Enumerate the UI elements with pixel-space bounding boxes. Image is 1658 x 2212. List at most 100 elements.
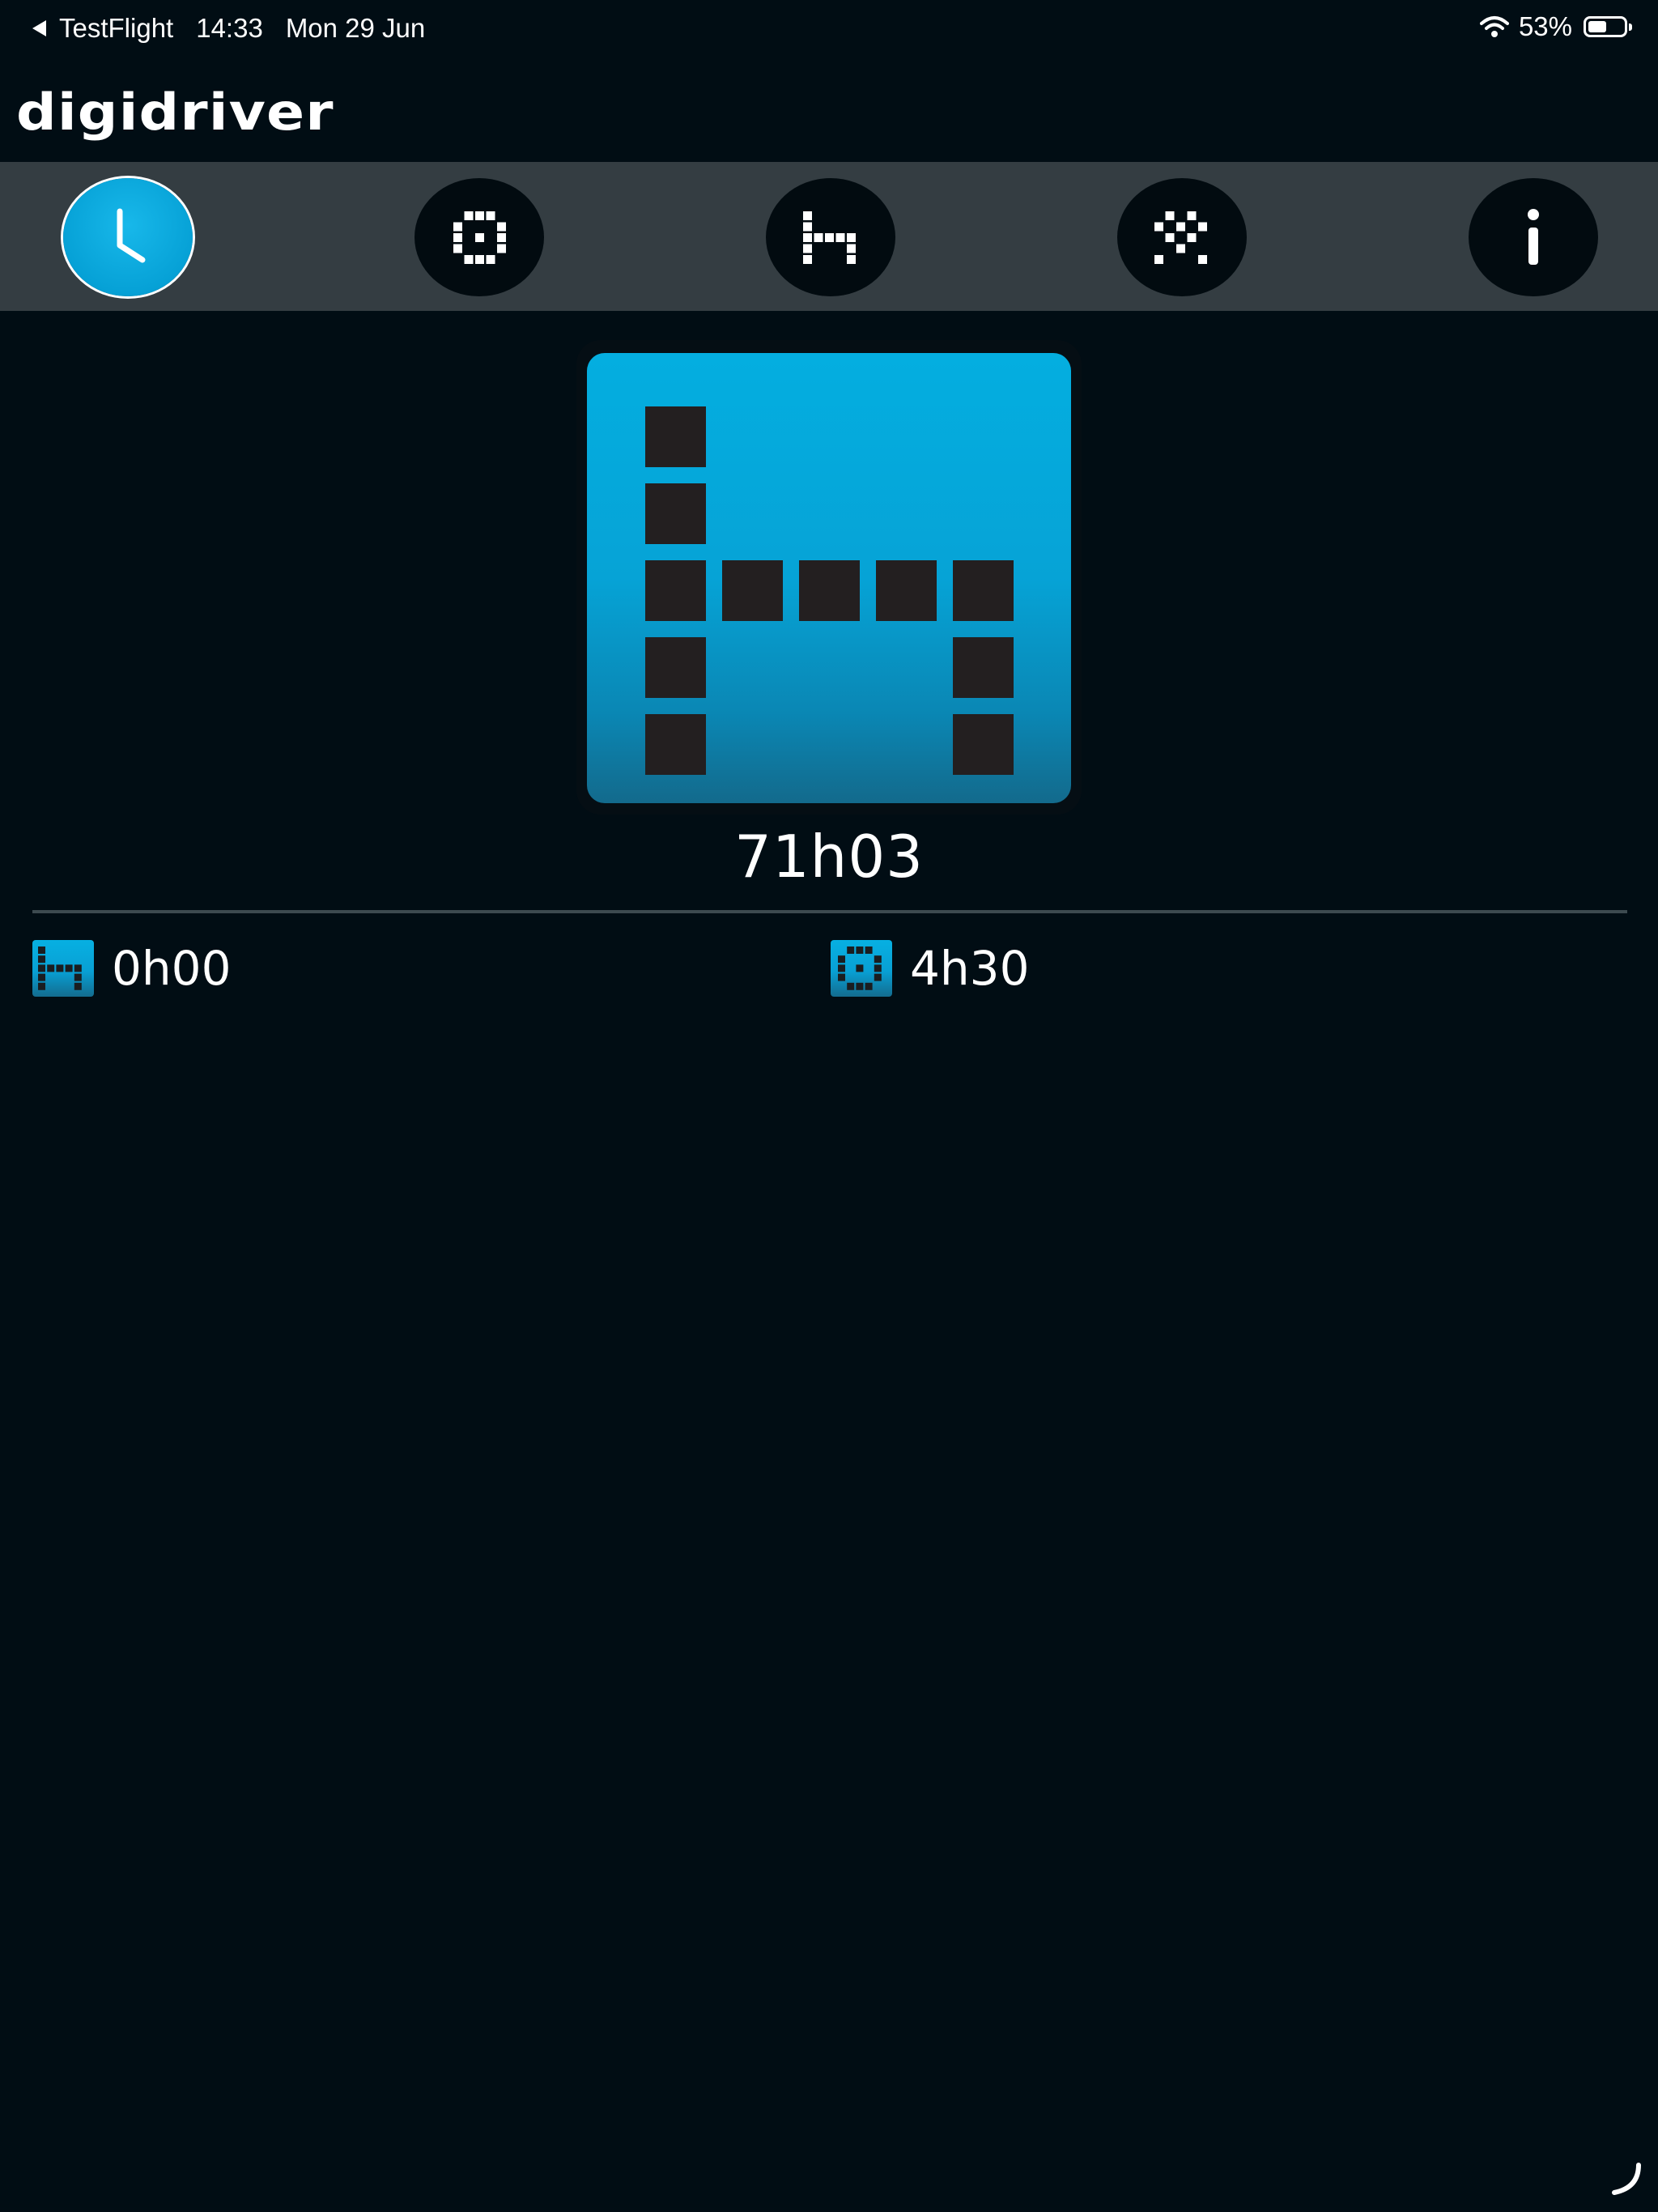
pixel-cell <box>645 714 706 775</box>
pixel-cell <box>464 255 474 264</box>
pixel-bed-icon <box>803 211 856 264</box>
pixel-cell <box>1165 211 1175 220</box>
pixel-cell <box>847 233 856 242</box>
tab-work[interactable] <box>1117 178 1247 296</box>
main-duration: 71h03 <box>734 823 924 891</box>
battery-percent: 53% <box>1518 11 1572 41</box>
availability-total-value: 4h30 <box>910 941 1030 996</box>
clock-icon <box>117 208 146 263</box>
status-bar: TestFlight 14:33 Mon 29 Jun 53% <box>0 0 1658 58</box>
pixel-cell <box>645 406 706 467</box>
pixel-cell <box>65 964 73 972</box>
pixel-cell <box>847 946 855 954</box>
pixel-cell <box>38 946 45 954</box>
pixel-tools-icon <box>1154 211 1207 264</box>
pixel-cell <box>464 211 474 220</box>
pixel-cell <box>1176 222 1185 232</box>
pixel-cell <box>38 973 45 981</box>
pixel-cell <box>1198 222 1207 232</box>
pixel-cell <box>856 964 864 972</box>
tab-info[interactable] <box>1469 178 1598 296</box>
main-activity-tile[interactable] <box>587 353 1071 803</box>
pixel-cell <box>1165 233 1175 242</box>
pixel-cell <box>953 560 1014 621</box>
pixel-cell <box>865 946 873 954</box>
pixel-cell <box>74 973 82 981</box>
pixel-bed-icon <box>645 406 1014 775</box>
pixel-cell <box>74 964 82 972</box>
pixel-cell <box>1154 255 1163 264</box>
battery-fill <box>1588 21 1606 32</box>
pixel-cell <box>645 637 706 698</box>
pixel-cell <box>1154 222 1163 232</box>
pixel-cell <box>803 211 812 220</box>
pixel-cell <box>645 560 706 621</box>
status-right: 53% <box>1479 11 1632 42</box>
tab-bar <box>0 162 1658 311</box>
pixel-cell <box>453 233 462 242</box>
pixel-cell <box>1176 244 1185 253</box>
pixel-cell <box>453 222 462 232</box>
rest-tile <box>32 940 94 997</box>
tab-clock[interactable] <box>63 178 193 296</box>
pixel-cell <box>497 244 506 253</box>
pixel-cell <box>1187 233 1197 242</box>
pixel-cell <box>803 222 812 232</box>
pixel-cell <box>838 964 845 972</box>
pixel-cell <box>874 964 882 972</box>
battery-icon <box>1584 16 1632 37</box>
pixel-cell <box>856 982 864 990</box>
tab-rest[interactable] <box>766 178 895 296</box>
pixel-cell <box>475 233 484 242</box>
pixel-cell <box>838 973 845 981</box>
pixel-cell <box>38 964 45 972</box>
pixel-cell <box>497 233 506 242</box>
availability-tile <box>831 940 892 997</box>
rest-total-item: 0h00 <box>32 939 231 998</box>
pixel-cell <box>56 964 64 972</box>
pixel-cell <box>1187 211 1197 220</box>
loading-spinner-icon <box>1612 2163 1641 2195</box>
pixel-cell <box>847 255 856 264</box>
pixel-cell <box>953 714 1014 775</box>
pixel-cell <box>453 244 462 253</box>
pixel-cell <box>38 982 45 990</box>
pixel-cell <box>838 955 845 963</box>
screen: TestFlight 14:33 Mon 29 Jun 53% digidriv… <box>0 0 1658 2212</box>
tab-availability[interactable] <box>414 178 544 296</box>
pixel-cell <box>865 982 873 990</box>
wifi-icon <box>1479 16 1509 37</box>
back-app-label[interactable]: TestFlight <box>59 13 173 44</box>
pixel-cell <box>486 255 495 264</box>
pixel-cell <box>847 982 855 990</box>
app-header: digidriver <box>0 58 1658 162</box>
pixel-cell <box>876 560 937 621</box>
pixel-cell <box>475 211 484 220</box>
pixel-cell <box>722 560 783 621</box>
status-time: 14:33 <box>196 13 263 43</box>
pixel-cell <box>803 244 812 253</box>
pixel-cell <box>486 211 495 220</box>
pixel-cell <box>497 222 506 232</box>
availability-total-item: 4h30 <box>831 939 1029 998</box>
divider <box>32 910 1627 913</box>
pixel-cell <box>874 973 882 981</box>
pixel-cell <box>799 560 860 621</box>
pixel-square-icon <box>838 946 882 990</box>
pixel-cell <box>847 244 856 253</box>
pixel-cell <box>803 255 812 264</box>
status-date: Mon 29 Jun <box>285 13 426 43</box>
pixel-cell <box>475 255 484 264</box>
back-arrow-icon[interactable] <box>32 20 46 36</box>
rest-total-value: 0h00 <box>112 941 232 996</box>
pixel-cell <box>38 955 45 963</box>
pixel-bed-icon <box>38 946 82 990</box>
pixel-cell <box>645 483 706 544</box>
pixel-cell <box>47 964 55 972</box>
pixel-square-icon <box>453 211 506 264</box>
pixel-cell <box>74 982 82 990</box>
pixel-cell <box>814 233 823 242</box>
pixel-cell <box>856 946 864 954</box>
pixel-cell <box>1198 255 1207 264</box>
status-left[interactable]: TestFlight 14:33 Mon 29 Jun <box>32 13 425 44</box>
